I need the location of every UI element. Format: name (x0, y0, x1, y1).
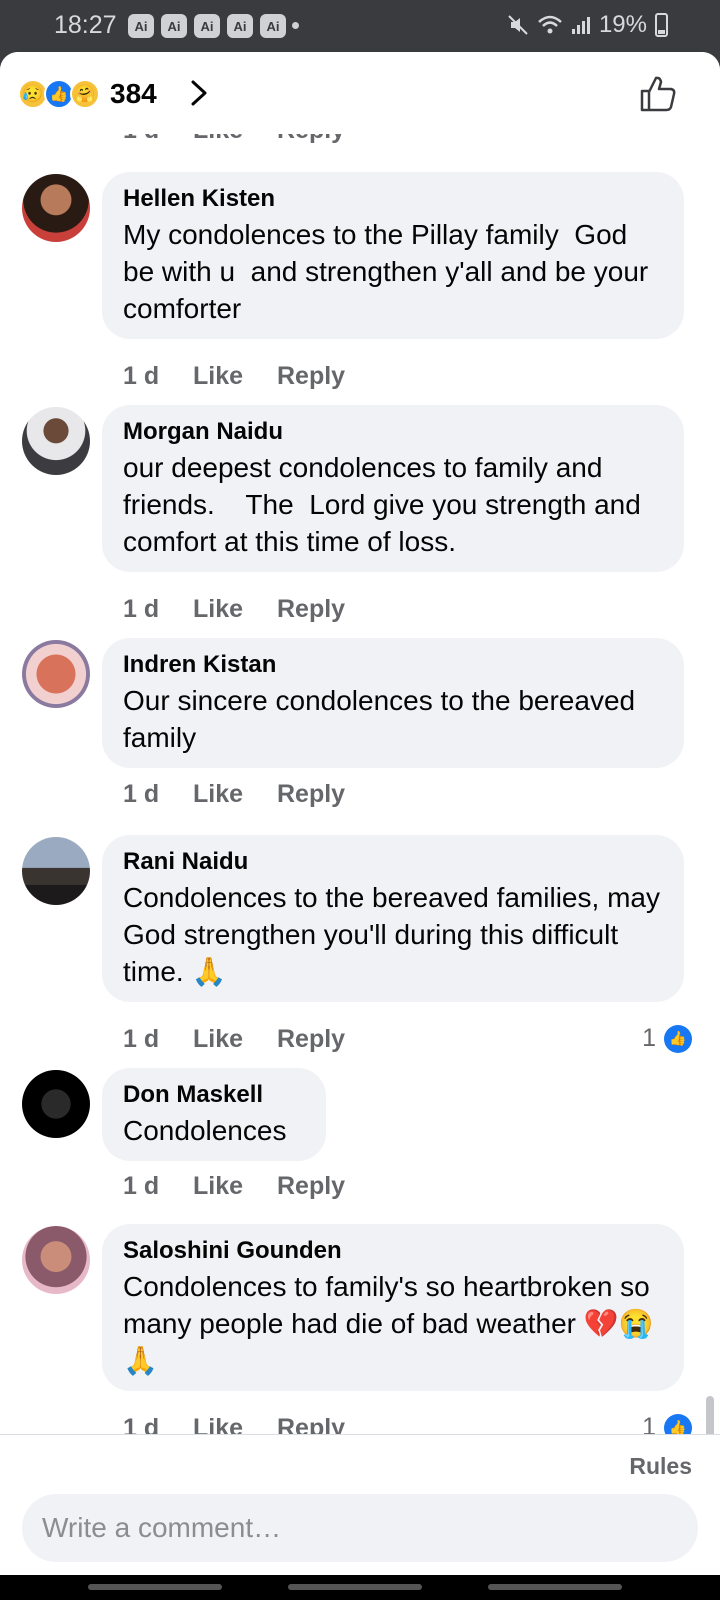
comment-meta-partial: 1 d Like Reply (123, 134, 345, 145)
battery-percent: 19% (598, 11, 647, 38)
comments-sheet: 😥 👍 🤗 384 1 d Like Reply Hellen Kisten M… (0, 52, 720, 1575)
avatar[interactable] (22, 837, 90, 905)
like-link[interactable]: Like (193, 362, 277, 391)
status-right: 19% (507, 11, 668, 39)
chevron-right-icon[interactable] (181, 76, 215, 110)
comment-text: Condolences (123, 1115, 287, 1146)
avatar[interactable] (22, 1070, 90, 1138)
comment-author[interactable]: Indren Kistan (123, 650, 664, 680)
comment-text: Condolences to the bereaved families, ma… (123, 882, 668, 987)
comment-bubble[interactable]: Saloshini Gounden Condolences to family'… (102, 1224, 684, 1391)
status-bar: 18:27 Ai Ai Ai Ai Ai 19% (0, 0, 720, 52)
comment-time: 1 d (123, 362, 160, 390)
comment-author[interactable]: Hellen Kisten (123, 184, 664, 214)
system-nav-bar (0, 1575, 720, 1600)
notification-badges: Ai Ai Ai Ai Ai (128, 14, 286, 38)
battery-icon (655, 13, 668, 37)
like-link[interactable]: Like (193, 780, 277, 809)
reaction-icons: 😥 👍 🤗 (18, 79, 104, 109)
avatar[interactable] (22, 1226, 90, 1294)
comment-meta: 1 d Like Reply (123, 1025, 345, 1054)
signal-icon (571, 17, 590, 34)
reply-link[interactable]: Reply (277, 1172, 345, 1201)
comment-reactions[interactable]: 1 👍 (642, 1024, 692, 1053)
ai-app-icon: Ai (128, 14, 154, 38)
comment-composer: Rules (0, 1434, 720, 1575)
reply-link[interactable]: Reply (277, 362, 345, 391)
comment-meta: 1 d Like Reply (123, 362, 345, 391)
comment-text: Our sincere condolences to the bereaved … (123, 685, 643, 753)
comment-time: 1 d (123, 595, 160, 623)
comment-text: My condolences to the Pillay family God … (123, 219, 657, 324)
comment-text: our deepest condolences to family and fr… (123, 452, 649, 557)
comment-time: 1 d (123, 1025, 160, 1053)
rules-link[interactable]: Rules (629, 1453, 692, 1480)
wifi-icon (538, 15, 562, 34)
status-time: 18:27 (54, 11, 117, 39)
comment-author[interactable]: Morgan Naidu (123, 417, 664, 447)
avatar[interactable] (22, 174, 90, 242)
comment-author[interactable]: Saloshini Gounden (123, 1236, 664, 1266)
reaction-count: 1 (642, 1024, 656, 1052)
comment-meta: 1 d Like Reply (123, 595, 345, 624)
avatar[interactable] (22, 640, 90, 708)
nav-handle (488, 1584, 622, 1590)
like-link[interactable]: Like (193, 1172, 277, 1201)
ai-app-icon: Ai (227, 14, 253, 38)
like-reaction-icon: 👍 (664, 1024, 692, 1053)
comment-time: 1 d (123, 1172, 160, 1200)
reactions-header[interactable]: 😥 👍 🤗 384 (0, 52, 720, 134)
comment-bubble[interactable]: Hellen Kisten My condolences to the Pill… (102, 172, 684, 339)
avatar[interactable] (22, 407, 90, 475)
more-notifications-dot-icon (292, 22, 299, 29)
reaction-count[interactable]: 384 (110, 78, 157, 110)
nav-handle (288, 1584, 422, 1590)
reply-link[interactable]: Reply (277, 780, 345, 809)
comment-bubble[interactable]: Don Maskell Condolences (102, 1068, 326, 1161)
care-reaction-icon: 🤗 (70, 79, 100, 109)
reply-link[interactable]: Reply (277, 595, 345, 624)
comments-list[interactable]: 1 d Like Reply Hellen Kisten My condolen… (0, 134, 720, 1486)
ai-app-icon: Ai (161, 14, 187, 38)
mute-icon (508, 15, 528, 35)
thumbs-up-icon[interactable] (638, 74, 678, 114)
comment-author[interactable]: Rani Naidu (123, 847, 664, 877)
ai-app-icon: Ai (194, 14, 220, 38)
like-link[interactable]: Like (193, 134, 277, 145)
comment-input[interactable] (22, 1494, 698, 1562)
ai-app-icon: Ai (260, 14, 286, 38)
like-link[interactable]: Like (193, 1025, 277, 1054)
comment-bubble[interactable]: Morgan Naidu our deepest condolences to … (102, 405, 684, 572)
comment-bubble[interactable]: Rani Naidu Condolences to the bereaved f… (102, 835, 684, 1002)
like-link[interactable]: Like (193, 595, 277, 624)
comment-meta: 1 d Like Reply (123, 1172, 345, 1201)
nav-handle (88, 1584, 222, 1590)
reply-link[interactable]: Reply (277, 134, 345, 145)
comment-meta: 1 d Like Reply (123, 780, 345, 809)
comment-bubble[interactable]: Indren Kistan Our sincere condolences to… (102, 638, 684, 768)
comment-time: 1 d (123, 780, 160, 808)
reply-link[interactable]: Reply (277, 1025, 345, 1054)
comment-text: Condolences to family's so heartbroken s… (123, 1271, 658, 1376)
comment-author[interactable]: Don Maskell (123, 1080, 306, 1110)
